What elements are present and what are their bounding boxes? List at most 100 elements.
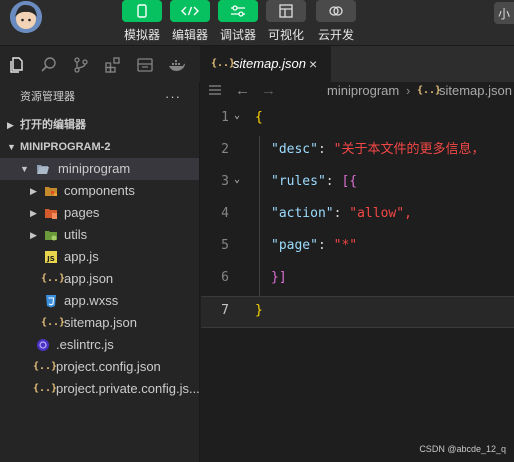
explorer-header: 资源管理器 ··· (0, 82, 199, 112)
tree-item-label: .eslintrc.js (56, 337, 114, 352)
line-number: 1 (221, 110, 229, 125)
open-editors-section[interactable]: ▶ 打开的编辑器 (0, 114, 199, 136)
chevron-right-icon: › (406, 83, 411, 98)
json-file-icon: {..} (41, 317, 66, 328)
code-text: "action": "allow", (271, 206, 412, 221)
search-icon[interactable] (40, 56, 58, 74)
source-control-icon[interactable] (72, 56, 90, 74)
json-key: "desc" (271, 142, 318, 157)
breadcrumb-file[interactable]: sitemap.json (439, 82, 512, 100)
tree-item-app-js[interactable]: JS app.js (0, 246, 199, 268)
tree-item-label: app.js (64, 249, 99, 264)
code-editor[interactable]: 1 ⌄ { 2 "desc": "关于本文件的更多信息， 3 ⌄ "rules"… (201, 104, 514, 462)
tree-item-label: project.config.json (56, 359, 161, 374)
explorer-title: 资源管理器 (20, 91, 75, 103)
json-value: "*" (333, 238, 358, 253)
code-text: "desc": "关于本文件的更多信息， (271, 142, 485, 157)
list-icon[interactable] (208, 84, 222, 96)
line-number: 5 (221, 238, 229, 253)
tree-item-eslintrc[interactable]: .eslintrc.js (0, 334, 199, 356)
breadcrumb: ← → miniprogram › {..} sitemap.json (201, 82, 514, 104)
tree-item-miniprogram[interactable]: ▼ miniprogram (0, 158, 199, 180)
editor-button[interactable]: 编辑器 (170, 0, 210, 44)
chevron-down-icon: ▼ (7, 142, 16, 152)
chevron-right-icon: ▶ (30, 208, 37, 218)
project-section[interactable]: ▼ MINIPROGRAM-2 (0, 136, 199, 158)
tree-item-label: sitemap.json (64, 315, 137, 330)
chevron-right-icon: ▶ (30, 230, 37, 240)
line-number: 7 (221, 303, 229, 318)
code-line-current: 7 } (201, 296, 514, 328)
json-value: "关于本文件的更多信息， (333, 142, 485, 157)
tab-sitemap-json[interactable]: {..} sitemap.json × (201, 46, 331, 82)
json-bracket: [{ (341, 174, 358, 189)
tree-item-utils[interactable]: ▶ utils (0, 224, 199, 246)
code-line: 5 "page": "*" (201, 232, 514, 264)
storage-icon[interactable] (136, 56, 154, 74)
tree-item-project-private-config[interactable]: {..} project.private.config.js... (0, 378, 200, 400)
json-value: "allow", (349, 206, 412, 221)
tree-item-label: utils (64, 227, 88, 242)
svg-text:JS: JS (46, 255, 55, 263)
docker-icon[interactable] (168, 56, 186, 74)
code-icon (170, 0, 210, 22)
json-file-icon: {..} (211, 58, 236, 69)
top-toolbar: 模拟器 编辑器 调试器 可视化 云开发 小 (0, 0, 514, 46)
simulator-button[interactable]: 模拟器 (122, 0, 162, 44)
tree-item-app-wxss[interactable]: app.wxss (0, 290, 199, 312)
watermark: CSDN @abcde_12_q (419, 444, 506, 454)
more-actions-icon[interactable]: ··· (165, 82, 181, 112)
cloud-dev-label: 云开发 (317, 28, 354, 42)
json-key: "rules" (271, 174, 326, 189)
tree-item-project-config[interactable]: {..} project.config.json (0, 356, 199, 378)
tree-item-sitemap-json[interactable]: {..} sitemap.json (0, 312, 199, 334)
breadcrumb-folder[interactable]: miniprogram (327, 82, 399, 100)
tree-item-label: app.wxss (64, 293, 119, 308)
fold-chevron-icon[interactable]: ⌄ (234, 166, 240, 194)
line-number: 4 (221, 206, 229, 221)
files-icon[interactable] (8, 56, 26, 74)
back-arrow-icon[interactable]: ← (235, 82, 250, 100)
code-line: 2 "desc": "关于本文件的更多信息， (201, 136, 514, 168)
json-file-icon: {..} (33, 383, 58, 394)
user-avatar[interactable] (10, 1, 42, 33)
visualize-button[interactable]: 可视化 (266, 0, 306, 44)
tree-item-label: project.private.config.js... (56, 381, 200, 396)
explorer-panel: 资源管理器 ··· ▶ 打开的编辑器 ▼ MINIPROGRAM-2 ▼ min… (0, 82, 200, 462)
debugger-button[interactable]: 调试器 (218, 0, 258, 44)
code-line: 4 "action": "allow", (201, 200, 514, 232)
tab-label: sitemap.json (233, 56, 306, 71)
open-editors-label: 打开的编辑器 (20, 119, 86, 131)
close-icon[interactable]: × (309, 46, 317, 82)
chevron-right-icon: ▶ (30, 186, 37, 196)
tree-item-app-json[interactable]: {..} app.json (0, 268, 199, 290)
eslint-file-icon (37, 339, 49, 351)
code-line: 3 ⌄ "rules": [{ (201, 168, 514, 200)
folder-open-icon (37, 165, 49, 174)
activity-bar (0, 46, 200, 82)
code-text: }] (271, 270, 287, 285)
tree-item-label: app.json (64, 271, 114, 286)
chevron-down-icon: ▼ (20, 164, 29, 174)
extensions-icon[interactable] (104, 56, 122, 74)
json-file-icon: {..} (33, 361, 58, 372)
cloud-icon (316, 0, 356, 22)
tree-item-components[interactable]: ▶ components (0, 180, 199, 202)
tree-item-pages[interactable]: ▶ pages (0, 202, 199, 224)
tree-item-label: pages (64, 205, 100, 220)
code-text: "rules": [{ (271, 174, 358, 189)
code-text: { (255, 110, 263, 125)
javascript-file-icon: JS (45, 251, 57, 263)
line-number: 2 (221, 142, 229, 157)
css-file-icon (46, 295, 56, 308)
cloud-dev-button[interactable]: 云开发 (316, 0, 356, 44)
tree-item-label: components (64, 183, 135, 198)
project-label: MINIPROGRAM-2 (20, 141, 111, 153)
fold-chevron-icon[interactable]: ⌄ (234, 104, 240, 130)
json-file-icon: {..} (41, 273, 66, 284)
forward-arrow-icon[interactable]: → (261, 82, 276, 100)
editor-tab-bar: {..} sitemap.json × (201, 46, 514, 82)
utils-folder-icon (45, 231, 57, 241)
user-menu-chip[interactable]: 小 (494, 2, 514, 24)
line-number: 3 (221, 174, 229, 189)
